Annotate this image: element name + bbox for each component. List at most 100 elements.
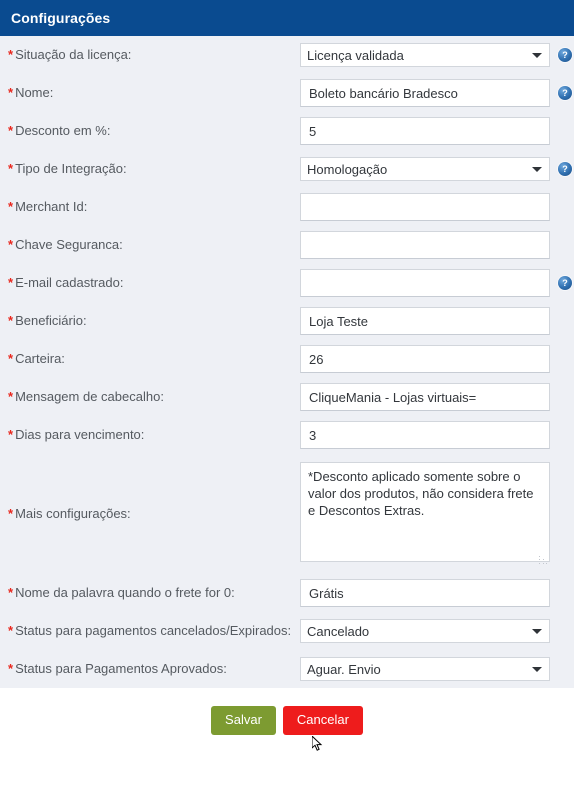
label-mensagem-de-cabecalho: * Mensagem de cabecalho: bbox=[0, 389, 300, 405]
input-carteira[interactable] bbox=[300, 345, 550, 373]
label-beneficiario: * Beneficiário: bbox=[0, 313, 300, 329]
help-icon[interactable]: ? bbox=[558, 86, 572, 100]
page-title: Configurações bbox=[11, 10, 111, 26]
form-row-desconto-em-porcento: * Desconto em %: bbox=[0, 112, 574, 150]
form-row-nome: *Nome:? bbox=[0, 74, 574, 112]
form-row-status-pagamentos-aprovados: * Status para Pagamentos Aprovados: Aguar.… bbox=[0, 650, 574, 688]
help-icon[interactable]: ? bbox=[558, 48, 572, 62]
label-text: Chave Seguranca: bbox=[15, 237, 123, 252]
label-text: Nome: bbox=[15, 85, 54, 100]
form-row-mais-configuracoes: * Mais configurações: bbox=[0, 454, 574, 574]
form-row-carteira: * Carteira: bbox=[0, 340, 574, 378]
required-marker: * bbox=[8, 506, 14, 521]
label-text: Mensagem de cabecalho: bbox=[15, 389, 164, 404]
field-nome: ? bbox=[300, 79, 574, 107]
textarea-mais-configuracoes[interactable] bbox=[300, 461, 550, 562]
form-row-status-pagamentos-cancelados: * Status para pagamentos cancelados/Expir… bbox=[0, 612, 574, 650]
input-dias-para-vencimento[interactable] bbox=[300, 421, 550, 449]
form-row-situacao-da-licenca: * Situação da licença: Licença validada? bbox=[0, 36, 574, 74]
label-situacao-da-licenca: * Situação da licença: bbox=[0, 47, 300, 63]
required-marker: * bbox=[8, 351, 14, 366]
input-merchant-id[interactable] bbox=[300, 193, 550, 221]
select-status-pagamentos-cancelados[interactable]: Cancelado bbox=[300, 619, 550, 643]
input-chave-seguranca[interactable] bbox=[300, 231, 550, 259]
field-beneficiario bbox=[300, 307, 574, 335]
label-text: Mais configurações: bbox=[15, 506, 131, 521]
dialog-header: Configurações bbox=[0, 0, 574, 36]
label-text: Tipo de Integração: bbox=[15, 161, 127, 176]
field-carteira bbox=[300, 345, 574, 373]
select-status-pagamentos-aprovados[interactable]: Aguar. Envio bbox=[300, 657, 550, 681]
save-button[interactable]: Salvar bbox=[211, 706, 276, 735]
input-nome-da-palavra-frete-zero[interactable] bbox=[300, 579, 550, 607]
label-tipo-de-integracao: * Tipo de Integração: bbox=[0, 161, 300, 177]
label-desconto-em-porcento: * Desconto em %: bbox=[0, 123, 300, 139]
label-mais-configuracoes: * Mais configurações: bbox=[0, 506, 300, 522]
input-desconto-em-porcento[interactable] bbox=[300, 117, 550, 145]
required-marker: * bbox=[8, 85, 14, 100]
label-nome: * Nome: bbox=[0, 85, 300, 101]
form-row-chave-seguranca: * Chave Seguranca: bbox=[0, 226, 574, 264]
textarea-wrapper-mais-configuracoes bbox=[300, 461, 550, 567]
required-marker: * bbox=[8, 661, 14, 676]
form-row-dias-para-vencimento: * Dias para vencimento: bbox=[0, 416, 574, 454]
required-marker: * bbox=[8, 585, 14, 600]
select-wrapper-tipo-de-integracao: Homologação bbox=[300, 157, 550, 181]
label-text: Desconto em %: bbox=[15, 123, 111, 138]
select-tipo-de-integracao[interactable]: Homologação bbox=[300, 157, 550, 181]
field-chave-seguranca bbox=[300, 231, 574, 259]
field-desconto-em-porcento bbox=[300, 117, 574, 145]
help-icon[interactable]: ? bbox=[558, 276, 572, 290]
form-row-email-cadastrado: * E-mail cadastrado:? bbox=[0, 264, 574, 302]
field-dias-para-vencimento bbox=[300, 421, 574, 449]
label-text: Status para Pagamentos Aprovados: bbox=[15, 661, 227, 676]
label-text: Dias para vencimento: bbox=[15, 427, 145, 442]
field-email-cadastrado: ? bbox=[300, 269, 574, 297]
required-marker: * bbox=[8, 199, 14, 214]
label-text: Carteira: bbox=[15, 351, 65, 366]
required-marker: * bbox=[8, 123, 14, 138]
input-nome[interactable] bbox=[300, 79, 550, 107]
select-situacao-da-licenca[interactable]: Licença validada bbox=[300, 43, 550, 67]
field-mais-configuracoes bbox=[300, 461, 574, 567]
label-text: E-mail cadastrado: bbox=[15, 275, 124, 290]
form-row-mensagem-de-cabecalho: * Mensagem de cabecalho: bbox=[0, 378, 574, 416]
field-merchant-id bbox=[300, 193, 574, 221]
label-dias-para-vencimento: * Dias para vencimento: bbox=[0, 427, 300, 443]
label-merchant-id: * Merchant Id: bbox=[0, 199, 300, 215]
field-mensagem-de-cabecalho bbox=[300, 383, 574, 411]
label-text: Merchant Id: bbox=[15, 199, 88, 214]
input-beneficiario[interactable] bbox=[300, 307, 550, 335]
label-status-pagamentos-cancelados: * Status para pagamentos cancelados/Expir… bbox=[0, 623, 300, 639]
required-marker: * bbox=[8, 389, 14, 404]
label-text: Nome da palavra quando o frete for 0: bbox=[15, 585, 235, 600]
label-text: Situação da licença: bbox=[15, 47, 132, 62]
select-wrapper-status-pagamentos-aprovados: Aguar. Envio bbox=[300, 657, 550, 681]
label-text: Beneficiário: bbox=[15, 313, 87, 328]
settings-form: * Situação da licença: Licença validada? * N… bbox=[0, 36, 574, 688]
cancel-button[interactable]: Cancelar bbox=[282, 706, 363, 735]
select-wrapper-situacao-da-licenca: Licença validada bbox=[300, 43, 550, 67]
form-row-tipo-de-integracao: * Tipo de Integração: Homologação? bbox=[0, 150, 574, 188]
label-text: Status para pagamentos cancelados/Expira… bbox=[15, 623, 292, 638]
label-email-cadastrado: * E-mail cadastrado: bbox=[0, 275, 300, 291]
required-marker: * bbox=[8, 275, 14, 290]
required-marker: * bbox=[8, 427, 14, 442]
help-icon[interactable]: ? bbox=[558, 162, 572, 176]
field-situacao-da-licenca: Licença validada? bbox=[300, 43, 574, 67]
select-wrapper-status-pagamentos-cancelados: Cancelado bbox=[300, 619, 550, 643]
dialog-footer: Salvar Cancelar bbox=[0, 688, 574, 741]
required-marker: * bbox=[8, 313, 14, 328]
label-carteira: * Carteira: bbox=[0, 351, 300, 367]
label-chave-seguranca: * Chave Seguranca: bbox=[0, 237, 300, 253]
label-status-pagamentos-aprovados: * Status para Pagamentos Aprovados: bbox=[0, 661, 300, 677]
settings-dialog: Configurações * Situação da licença: Licen… bbox=[0, 0, 574, 799]
required-marker: * bbox=[8, 161, 14, 176]
required-marker: * bbox=[8, 237, 14, 252]
label-nome-da-palavra-frete-zero: * Nome da palavra quando o frete for 0: bbox=[0, 585, 300, 601]
field-status-pagamentos-aprovados: Aguar. Envio bbox=[300, 657, 574, 681]
required-marker: * bbox=[8, 623, 14, 638]
input-mensagem-de-cabecalho[interactable] bbox=[300, 383, 550, 411]
field-nome-da-palavra-frete-zero bbox=[300, 579, 574, 607]
input-email-cadastrado[interactable] bbox=[300, 269, 550, 297]
